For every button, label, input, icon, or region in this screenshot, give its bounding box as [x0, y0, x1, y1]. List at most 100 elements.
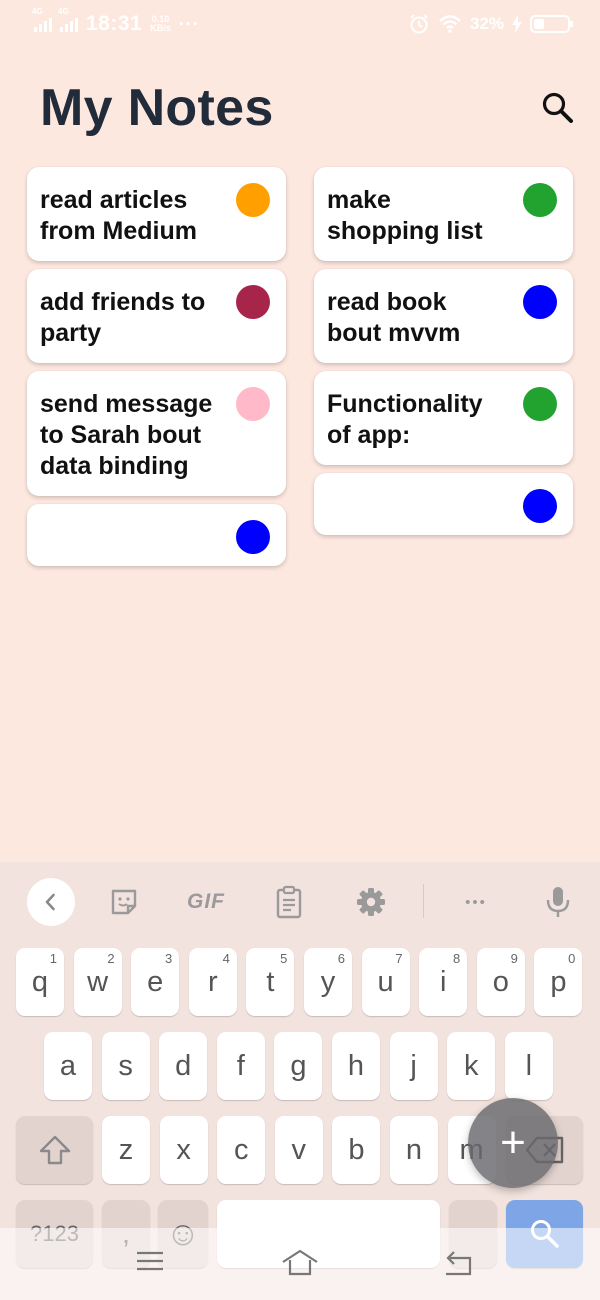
signal-icon: 4G: [58, 7, 78, 32]
back-icon[interactable]: [442, 1248, 474, 1276]
key-z[interactable]: z: [102, 1116, 150, 1184]
key-hint: 3: [164, 951, 173, 966]
network-speed-unit: KB/s: [150, 23, 171, 33]
note-text: send message to Sarah bout data binding: [40, 390, 213, 480]
gif-button[interactable]: GIF: [180, 880, 232, 924]
add-note-button[interactable]: +: [468, 1098, 558, 1188]
sticker-button[interactable]: [104, 880, 144, 924]
key-label: r: [207, 965, 218, 998]
key-hint: 8: [452, 951, 461, 966]
battery-icon: [530, 15, 573, 33]
note-card[interactable]: [27, 504, 286, 566]
note-color-dot: [523, 387, 557, 421]
note-text: Functionality of app:: [327, 390, 483, 449]
key-f[interactable]: f: [216, 1032, 265, 1100]
status-bar: 4G 4G 18:31 0.10 KB/s ··· 32%: [0, 0, 600, 48]
key-v[interactable]: v: [274, 1116, 323, 1184]
note-text: read book bout mvvm: [327, 288, 461, 347]
key-label: t: [266, 965, 275, 998]
key-r[interactable]: r4: [188, 948, 237, 1016]
home-icon[interactable]: [280, 1248, 320, 1276]
notes-column-left: read articles from Medium add friends to…: [27, 167, 286, 574]
key-label: o: [492, 965, 509, 998]
note-color-dot: [236, 520, 270, 554]
key-label: i: [439, 965, 447, 998]
key-h[interactable]: h: [332, 1032, 380, 1100]
charging-icon: [512, 15, 522, 33]
clipboard-button[interactable]: [270, 880, 308, 924]
note-card[interactable]: Functionality of app:: [314, 371, 573, 465]
key-label: s: [118, 1049, 133, 1082]
key-label: k: [463, 1049, 479, 1082]
key-i[interactable]: i8: [419, 948, 468, 1016]
search-button[interactable]: [540, 90, 576, 126]
note-text: read articles from Medium: [40, 186, 197, 245]
keyboard-back-button[interactable]: [27, 878, 75, 926]
key-n[interactable]: n: [390, 1116, 438, 1184]
key-label: b: [348, 1133, 365, 1166]
shift-key[interactable]: [16, 1116, 93, 1184]
key-g[interactable]: g: [274, 1032, 323, 1100]
key-label: l: [525, 1049, 533, 1082]
key-b[interactable]: b: [332, 1116, 381, 1184]
keyboard-settings-button[interactable]: [352, 880, 390, 924]
note-card[interactable]: [314, 473, 573, 535]
note-color-dot: [523, 489, 557, 523]
key-d[interactable]: d: [159, 1032, 208, 1100]
key-label: j: [410, 1049, 417, 1082]
notes-column-right: make shopping list read book bout mvvm F…: [314, 167, 573, 543]
key-hint: 6: [337, 951, 345, 966]
note-card[interactable]: add friends to party: [27, 269, 286, 363]
key-label: c: [233, 1133, 249, 1166]
menu-icon[interactable]: [134, 1248, 166, 1274]
key-x[interactable]: x: [159, 1116, 208, 1184]
key-label: e: [147, 965, 164, 998]
key-p[interactable]: p0: [534, 948, 583, 1016]
key-w[interactable]: w2: [73, 948, 122, 1016]
key-t[interactable]: t5: [246, 948, 295, 1016]
key-hint: 5: [280, 951, 288, 966]
voice-input-button[interactable]: [540, 880, 576, 924]
key-a[interactable]: a: [44, 1032, 92, 1100]
note-text: add friends to party: [40, 288, 206, 347]
key-label: n: [405, 1133, 423, 1166]
note-card[interactable]: send message to Sarah bout data binding: [27, 371, 286, 496]
key-c[interactable]: c: [217, 1116, 266, 1184]
alarm-icon: [410, 14, 428, 34]
battery-percent: 32%: [469, 14, 504, 33]
key-y[interactable]: y6: [304, 948, 352, 1016]
key-label: y: [320, 965, 336, 998]
status-bar-left: 4G 4G 18:31 0.10 KB/s ···: [32, 7, 200, 36]
more-button[interactable]: •••: [452, 880, 500, 924]
key-j[interactable]: j: [389, 1032, 438, 1100]
keyboard-toolbar: GIF •••: [0, 862, 600, 940]
chevron-left-icon: [45, 893, 55, 911]
signal-icon: 4G: [32, 7, 52, 32]
key-q[interactable]: q1: [16, 948, 64, 1016]
key-label: x: [176, 1133, 191, 1166]
key-label: p: [550, 965, 567, 998]
note-card[interactable]: read articles from Medium: [27, 167, 286, 261]
note-text: make shopping list: [327, 186, 483, 245]
key-label: h: [347, 1049, 365, 1082]
page-title: My Notes: [40, 79, 274, 137]
key-k[interactable]: k: [447, 1032, 496, 1100]
navigation-bar: [0, 1228, 600, 1300]
battery-fill: [534, 19, 544, 29]
key-e[interactable]: e3: [131, 948, 180, 1016]
note-card[interactable]: read book bout mvvm: [314, 269, 573, 363]
network-type-2: 4G: [58, 7, 69, 16]
clock: 18:31: [86, 12, 143, 35]
search-icon: [542, 92, 573, 123]
key-o[interactable]: o9: [476, 948, 525, 1016]
microphone-icon: [546, 887, 570, 917]
key-hint: 9: [510, 951, 518, 966]
key-l[interactable]: l: [504, 1032, 553, 1100]
note-color-dot: [523, 183, 557, 217]
gif-label: GIF: [187, 890, 225, 913]
key-hint: 7: [395, 951, 403, 966]
wifi-icon: [439, 15, 461, 33]
key-s[interactable]: s: [101, 1032, 150, 1100]
note-card[interactable]: make shopping list: [314, 167, 573, 261]
key-u[interactable]: u7: [361, 948, 410, 1016]
